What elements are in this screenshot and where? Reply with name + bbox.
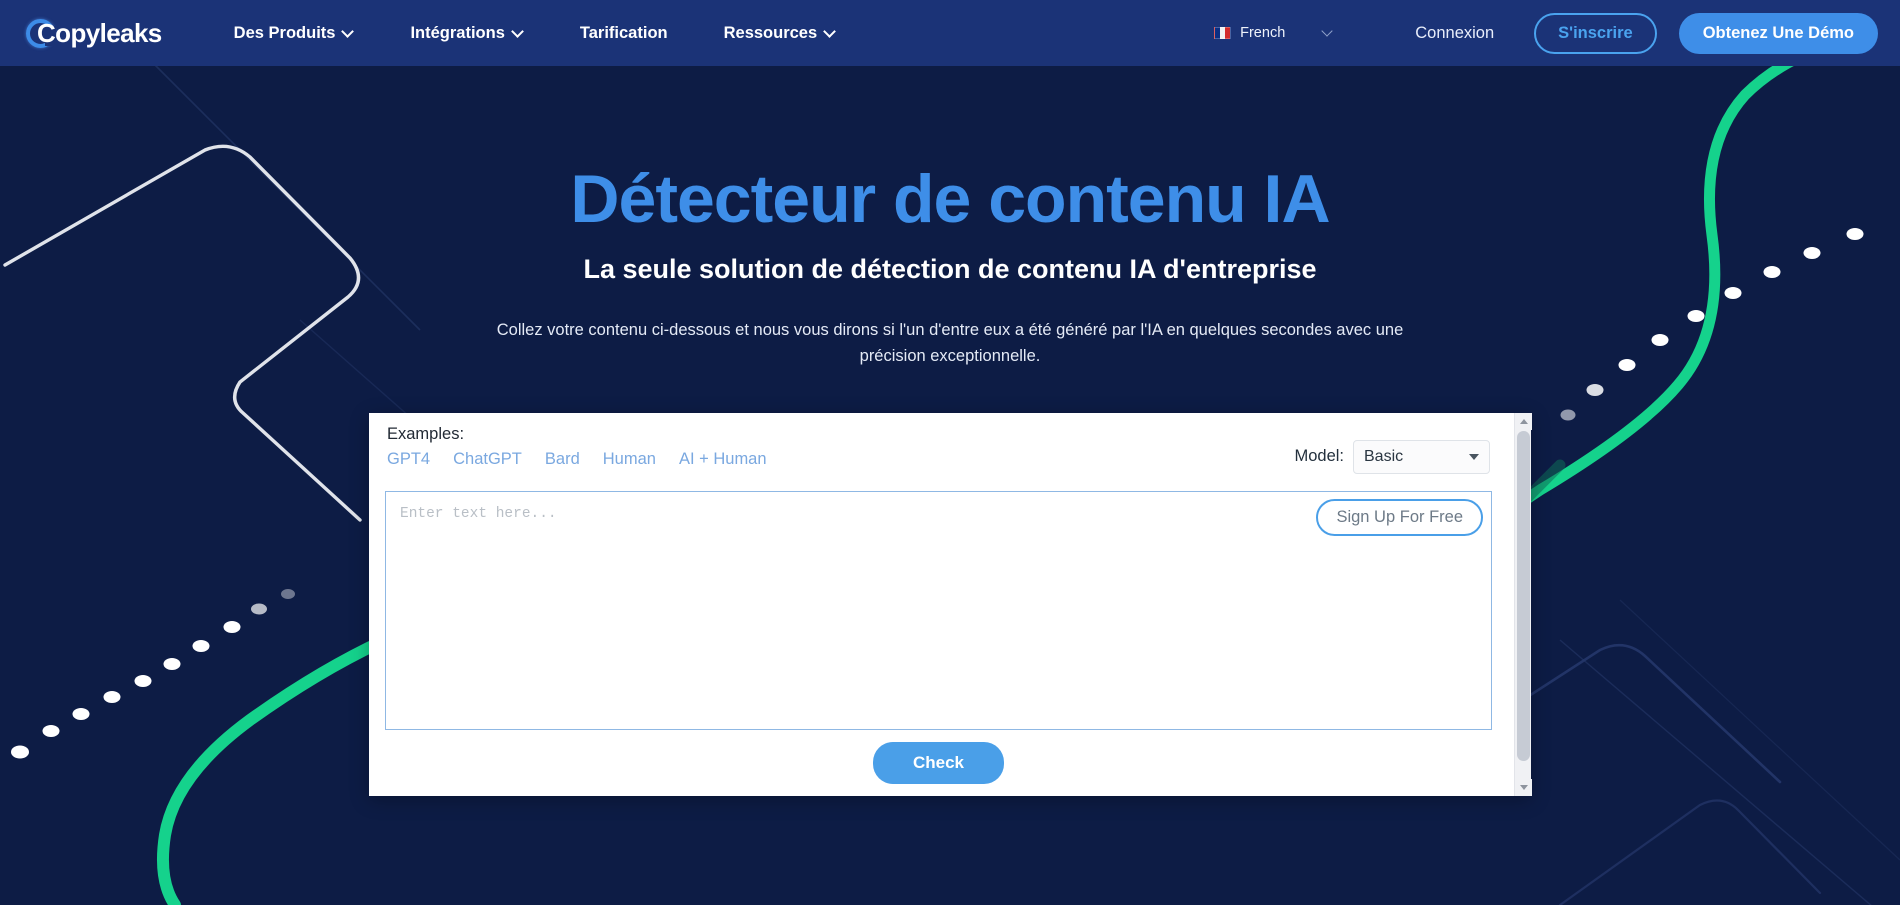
nav-label: Intégrations <box>410 23 505 42</box>
nav-right-group: French Connexion S'inscrire Obtenez Une … <box>1214 12 1878 54</box>
scroll-up-arrow-icon[interactable] <box>1515 412 1532 430</box>
hero-subtitle: La seule solution de détection de conten… <box>583 254 1317 285</box>
detector-toolbar: Examples: GPT4 ChatGPT Bard Human AI + H… <box>385 425 1492 474</box>
model-selected-value: Basic <box>1364 447 1404 465</box>
language-label: French <box>1240 25 1286 41</box>
nav-label: Des Produits <box>233 23 336 42</box>
examples-links: GPT4 ChatGPT Bard Human AI + Human <box>387 450 767 469</box>
chevron-down-icon <box>1323 27 1335 39</box>
scrollbar-thumb[interactable] <box>1517 430 1530 761</box>
signup-for-free-button[interactable]: Sign Up For Free <box>1316 498 1483 536</box>
example-link-human[interactable]: Human <box>603 450 656 469</box>
get-demo-button[interactable]: Obtenez Une Démo <box>1678 12 1878 54</box>
nav-item-ressources[interactable]: Ressources <box>696 24 865 43</box>
example-link-ai-human[interactable]: AI + Human <box>679 450 767 469</box>
scroll-down-arrow-icon[interactable] <box>1515 778 1532 796</box>
hero-description: Collez votre contenu ci-dessous et nous … <box>496 321 1404 365</box>
chevron-down-icon <box>1469 453 1479 460</box>
model-selector-group: Model: Basic <box>1294 439 1492 474</box>
page-title: Détecteur de contenu IA <box>570 161 1330 237</box>
text-input-area: Sign Up For Free <box>385 490 1492 730</box>
copyleaks-logo[interactable]: Copyleaks <box>26 13 162 53</box>
french-flag-icon <box>1214 27 1232 39</box>
signup-button[interactable]: S'inscrire <box>1534 12 1657 54</box>
example-link-gpt4[interactable]: GPT4 <box>387 450 430 469</box>
chevron-down-icon <box>343 26 354 37</box>
check-button[interactable]: Check <box>872 741 1005 784</box>
logo-text: Copyleaks <box>37 17 162 48</box>
nav-label: Tarification <box>579 23 668 42</box>
example-link-chatgpt[interactable]: ChatGPT <box>453 450 522 469</box>
model-label: Model: <box>1294 447 1344 466</box>
detector-card-footer: Check <box>385 730 1492 796</box>
model-select[interactable]: Basic <box>1353 439 1490 474</box>
top-navigation-bar: Copyleaks Des Produits Intégrations Tari… <box>0 0 1900 66</box>
login-link[interactable]: Connexion <box>1415 24 1494 43</box>
examples-group: Examples: GPT4 ChatGPT Bard Human AI + H… <box>385 425 769 469</box>
nav-label: Ressources <box>723 23 818 42</box>
examples-label: Examples: <box>387 424 465 443</box>
nav-item-integrations[interactable]: Intégrations <box>382 24 551 43</box>
language-selector[interactable]: French <box>1214 25 1335 41</box>
ai-detector-card: Examples: GPT4 ChatGPT Bard Human AI + H… <box>369 412 1532 796</box>
hero-section: Détecteur de contenu IA La seule solutio… <box>0 66 1900 370</box>
example-link-bard[interactable]: Bard <box>545 450 580 469</box>
detector-card-body: Examples: GPT4 ChatGPT Bard Human AI + H… <box>369 413 1514 796</box>
chevron-down-icon <box>825 26 836 37</box>
nav-item-des-produits[interactable]: Des Produits <box>206 24 383 43</box>
nav-item-tarification[interactable]: Tarification <box>552 24 696 43</box>
main-nav: Des Produits Intégrations Tarification R… <box>206 24 865 43</box>
card-scrollbar[interactable] <box>1514 412 1532 796</box>
chevron-down-icon <box>513 26 524 37</box>
